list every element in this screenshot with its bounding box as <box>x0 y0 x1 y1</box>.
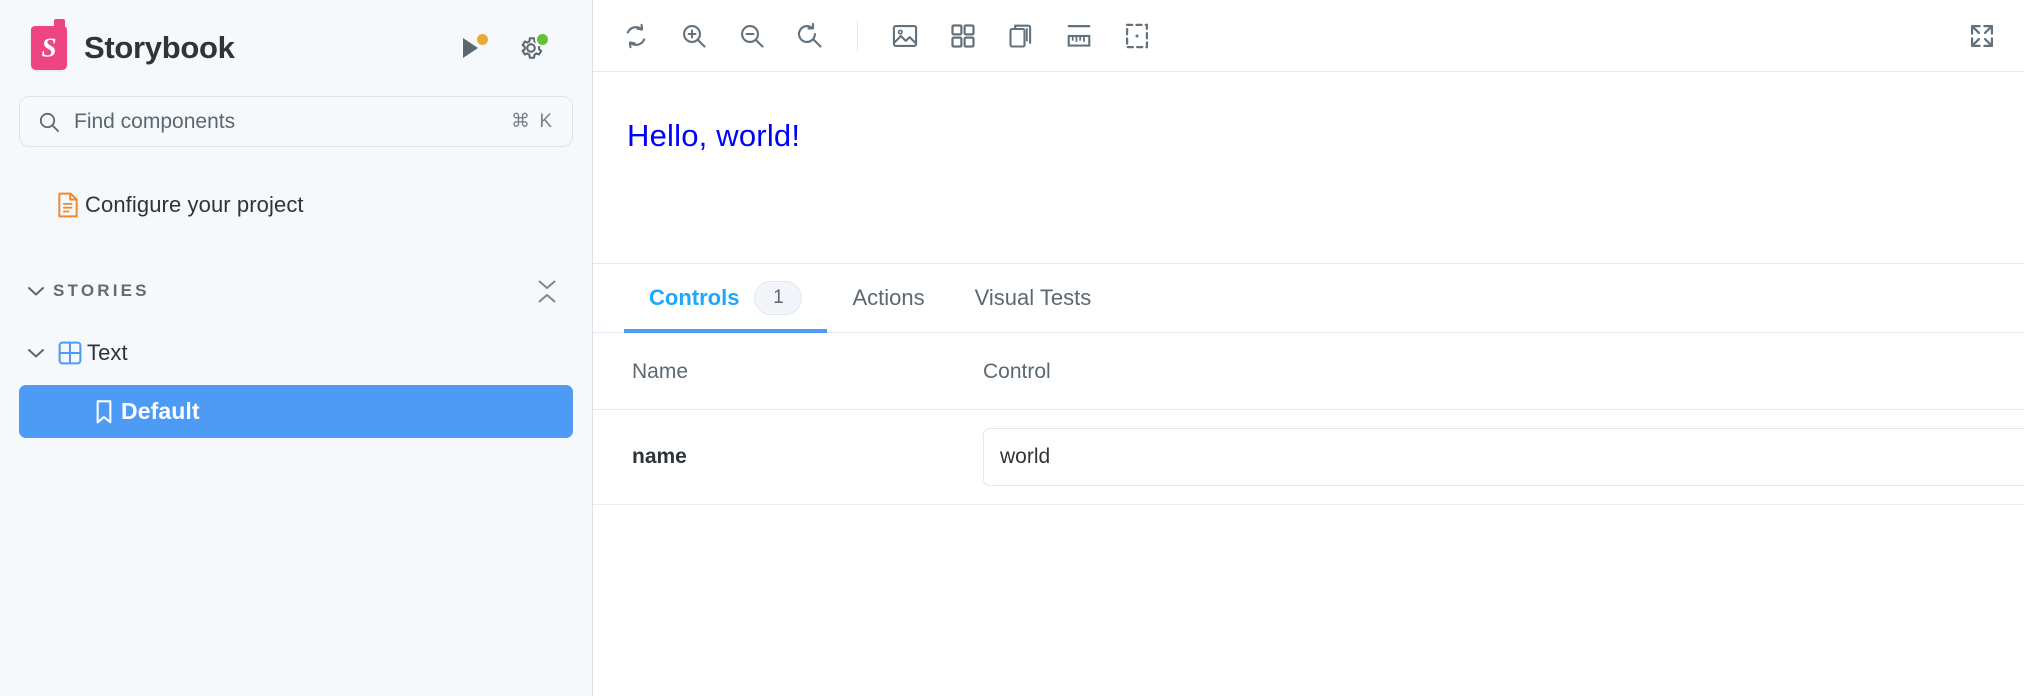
settings-status-badge <box>535 32 550 47</box>
tab-actions[interactable]: Actions <box>827 264 949 332</box>
control-name-cell: name <box>593 409 983 505</box>
tab-label: Controls <box>649 285 740 310</box>
logo-tag <box>54 19 65 33</box>
bookmark-icon <box>87 399 121 424</box>
play-status-badge <box>475 32 490 47</box>
table-row: name <box>593 409 2024 505</box>
settings-button[interactable] <box>516 32 550 63</box>
sidebar-section-label: STORIES <box>53 281 150 300</box>
control-input-name[interactable] <box>983 428 2024 486</box>
sidebar-item-label: Configure your project <box>85 192 304 217</box>
tab-label: Visual Tests <box>974 285 1092 310</box>
storybook-app: S Storybook Find components ⌘ K Configur… <box>0 0 2024 696</box>
grid-icon <box>951 23 975 48</box>
shortcuts-play-button[interactable] <box>456 32 490 63</box>
controls-count-badge: 1 <box>754 281 803 315</box>
sidebar-item-label: Default <box>121 398 200 424</box>
storybook-logo-icon: S <box>31 19 67 70</box>
sidebar-item-text[interactable]: Text <box>19 327 573 379</box>
logo-letter: S <box>41 32 57 63</box>
sidebar-item-configure-your-project[interactable]: Configure your project <box>19 179 573 231</box>
reload-icon <box>626 23 646 48</box>
tab-visual-tests[interactable]: Visual Tests <box>950 264 1117 332</box>
chevron-down-icon <box>19 285 53 297</box>
toolbar-divider <box>857 20 858 51</box>
sidebar-section-stories[interactable]: STORIES <box>19 265 573 317</box>
zoom-reset-button[interactable] <box>781 7 839 65</box>
control-name-label: name <box>632 445 687 468</box>
addon-panel: Controls 1 Actions Visual Tests Name Con… <box>593 264 2024 696</box>
zoom-out-button[interactable] <box>723 7 781 65</box>
ruler-icon <box>1067 24 1091 47</box>
grid-button[interactable] <box>934 7 992 65</box>
preview-toolbar <box>593 0 2024 72</box>
sidebar-tree: Configure your project STORIES Text Defa… <box>0 147 592 438</box>
outline-box-icon <box>1125 23 1149 48</box>
search-shortcut: ⌘ K <box>511 111 554 132</box>
controls-table: Name Control name <box>593 333 2024 505</box>
control-value-cell <box>983 409 2024 505</box>
brand-title: Storybook <box>84 30 235 65</box>
outline-button[interactable] <box>1108 7 1166 65</box>
sidebar-item-label: Text <box>87 340 128 365</box>
toolbar-addons-group <box>876 7 1166 65</box>
sidebar: S Storybook Find components ⌘ K Configur… <box>0 0 593 696</box>
expand-arrows-icon <box>1970 24 1994 47</box>
tab-label: Actions <box>852 285 925 310</box>
zoom-in-icon <box>683 24 706 48</box>
copy-layers-icon <box>1009 24 1032 48</box>
zoom-out-icon <box>741 24 764 48</box>
sidebar-header: S Storybook <box>0 0 592 96</box>
column-header-name: Name <box>593 333 983 410</box>
document-icon <box>51 192 85 218</box>
viewport-button[interactable] <box>992 7 1050 65</box>
column-header-control: Control <box>983 333 2024 410</box>
backgrounds-button[interactable] <box>876 7 934 65</box>
brand[interactable]: S Storybook <box>31 19 456 70</box>
sidebar-header-actions <box>456 32 562 63</box>
main-area: Hello, world! Controls 1 Actions Visual … <box>593 0 2024 696</box>
chevron-down-icon <box>19 347 53 359</box>
remount-button[interactable] <box>607 7 665 65</box>
controls-table-body: name <box>593 409 2024 505</box>
photo-icon <box>892 24 918 47</box>
component-grid-icon <box>53 341 87 365</box>
search-icon <box>39 112 59 132</box>
controls-table-head: Name Control <box>593 333 2024 410</box>
story-canvas: Hello, world! <box>593 72 2024 264</box>
addon-tabs: Controls 1 Actions Visual Tests <box>593 264 2024 333</box>
search-container: Find components ⌘ K <box>0 96 592 147</box>
toolbar-zoom-group <box>607 7 839 65</box>
table-header-row: Name Control <box>593 333 2024 410</box>
measure-button[interactable] <box>1050 7 1108 65</box>
story-preview-text: Hello, world! <box>627 118 801 153</box>
sidebar-item-default[interactable]: Default <box>19 385 573 438</box>
search-placeholder: Find components <box>74 109 236 133</box>
fullscreen-button[interactable] <box>1953 7 2011 65</box>
zoom-reset-icon <box>797 22 822 48</box>
collapse-all-icon[interactable] <box>527 269 567 313</box>
tab-controls[interactable]: Controls 1 <box>624 264 828 333</box>
search-input[interactable]: Find components ⌘ K <box>19 96 573 147</box>
zoom-in-button[interactable] <box>665 7 723 65</box>
